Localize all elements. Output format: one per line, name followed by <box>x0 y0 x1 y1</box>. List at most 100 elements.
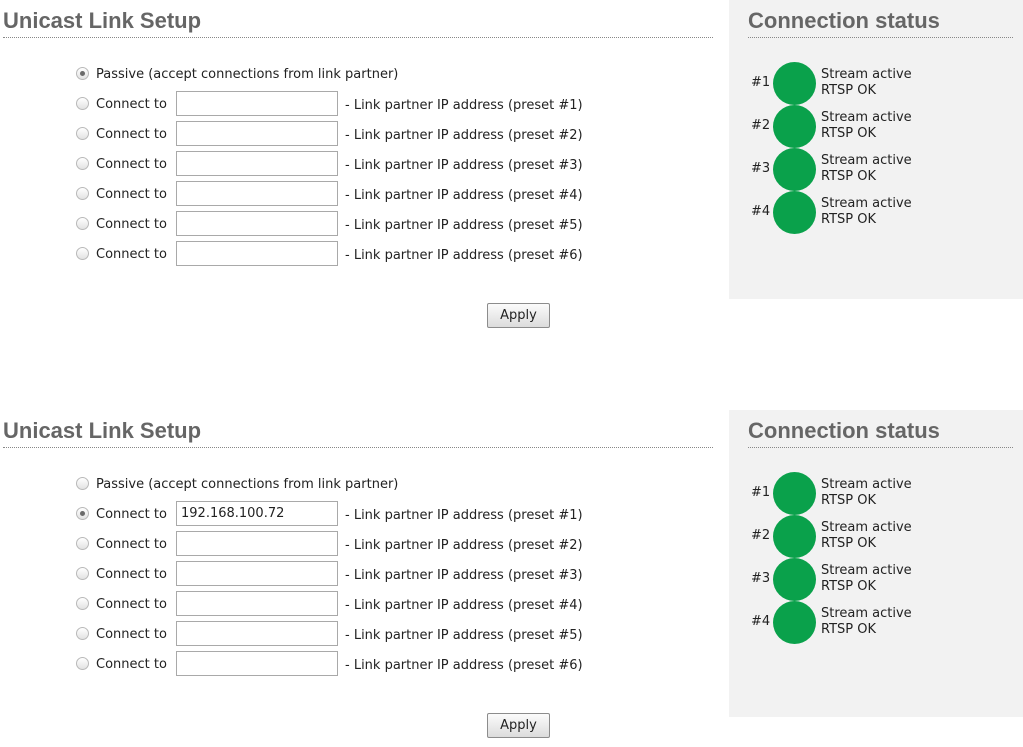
preset-description: - Link partner IP address (preset #4) <box>345 188 583 203</box>
status-led-icon <box>773 191 816 234</box>
status-number: #3 <box>751 161 771 176</box>
status-text: Stream active RTSP OK <box>821 153 912 185</box>
preset-description: - Link partner IP address (preset #1) <box>345 508 583 523</box>
ip-address-input[interactable] <box>176 591 338 616</box>
connect-radio[interactable] <box>76 657 89 670</box>
setup-title: Unicast Link Setup <box>3 418 202 443</box>
status-row-4: #4 Stream active RTSP OK <box>729 190 1023 234</box>
stream-state: Stream active <box>821 563 912 578</box>
connection-status-box: Connection status #1 Stream active RTSP … <box>729 0 1023 299</box>
status-led-icon <box>773 601 816 644</box>
status-number: #1 <box>751 485 771 500</box>
connect-label: Connect to <box>96 217 167 232</box>
rtsp-state: RTSP OK <box>821 579 877 594</box>
status-title: Connection status <box>748 418 940 443</box>
rtsp-state: RTSP OK <box>821 493 877 508</box>
rtsp-state: RTSP OK <box>821 536 877 551</box>
connect-radio[interactable] <box>76 627 89 640</box>
connect-label: Connect to <box>96 187 167 202</box>
preset-description: - Link partner IP address (preset #6) <box>345 658 583 673</box>
rtsp-state: RTSP OK <box>821 83 877 98</box>
connect-radio[interactable] <box>76 127 89 140</box>
connect-label: Connect to <box>96 127 167 142</box>
connect-label: Connect to <box>96 627 167 642</box>
status-led-icon <box>773 62 816 105</box>
preset-description: - Link partner IP address (preset #3) <box>345 158 583 173</box>
connect-label: Connect to <box>96 97 167 112</box>
preset-description: - Link partner IP address (preset #6) <box>345 248 583 263</box>
status-row-1: #1 Stream active RTSP OK <box>729 61 1023 105</box>
status-number: #3 <box>751 571 771 586</box>
ip-address-input[interactable] <box>176 561 338 586</box>
preset-description: - Link partner IP address (preset #4) <box>345 598 583 613</box>
rtsp-state: RTSP OK <box>821 622 877 637</box>
status-row-3: #3 Stream active RTSP OK <box>729 557 1023 601</box>
rtsp-state: RTSP OK <box>821 126 877 141</box>
status-text: Stream active RTSP OK <box>821 477 912 509</box>
ip-address-input[interactable] <box>176 651 338 676</box>
connect-label: Connect to <box>96 657 167 672</box>
ip-address-input[interactable] <box>176 91 338 116</box>
status-divider <box>748 447 1013 448</box>
status-number: #1 <box>751 75 771 90</box>
connect-label: Connect to <box>96 567 167 582</box>
connection-status-box: Connection status #1 Stream active RTSP … <box>729 410 1023 717</box>
ip-address-input[interactable] <box>176 211 338 236</box>
status-number: #2 <box>751 528 771 543</box>
status-row-2: #2 Stream active RTSP OK <box>729 514 1023 558</box>
status-number: #4 <box>751 614 771 629</box>
stream-state: Stream active <box>821 477 912 492</box>
connect-radio[interactable] <box>76 187 89 200</box>
status-text: Stream active RTSP OK <box>821 67 912 99</box>
status-led-icon <box>773 558 816 601</box>
stream-state: Stream active <box>821 196 912 211</box>
setup-divider <box>3 37 713 38</box>
unicast-panel-2: Unicast Link Setup Passive (accept conne… <box>0 410 1023 740</box>
ip-address-input[interactable] <box>176 621 338 646</box>
connect-radio[interactable] <box>76 247 89 260</box>
status-row-4: #4 Stream active RTSP OK <box>729 600 1023 644</box>
ip-address-input[interactable] <box>176 531 338 556</box>
passive-label: Passive (accept connections from link pa… <box>96 477 399 492</box>
status-text: Stream active RTSP OK <box>821 196 912 228</box>
ip-address-input[interactable] <box>176 181 338 206</box>
status-row-3: #3 Stream active RTSP OK <box>729 147 1023 191</box>
stream-state: Stream active <box>821 153 912 168</box>
ip-address-input[interactable] <box>176 151 338 176</box>
passive-radio[interactable] <box>76 67 89 80</box>
connect-radio[interactable] <box>76 597 89 610</box>
connect-label: Connect to <box>96 247 167 262</box>
status-text: Stream active RTSP OK <box>821 563 912 595</box>
connect-radio[interactable] <box>76 537 89 550</box>
preset-description: - Link partner IP address (preset #2) <box>345 128 583 143</box>
preset-description: - Link partner IP address (preset #5) <box>345 218 583 233</box>
preset-description: - Link partner IP address (preset #1) <box>345 98 583 113</box>
status-row-2: #2 Stream active RTSP OK <box>729 104 1023 148</box>
preset-description: - Link partner IP address (preset #5) <box>345 628 583 643</box>
connect-radio[interactable] <box>76 217 89 230</box>
connect-radio[interactable] <box>76 97 89 110</box>
connect-radio[interactable] <box>76 567 89 580</box>
ip-address-input[interactable] <box>176 501 338 526</box>
status-row-1: #1 Stream active RTSP OK <box>729 471 1023 515</box>
setup-title: Unicast Link Setup <box>3 8 202 33</box>
stream-state: Stream active <box>821 67 912 82</box>
apply-button[interactable]: Apply <box>487 713 550 738</box>
stream-state: Stream active <box>821 606 912 621</box>
stream-state: Stream active <box>821 520 912 535</box>
rtsp-state: RTSP OK <box>821 212 877 227</box>
ip-address-input[interactable] <box>176 121 338 146</box>
setup-divider <box>3 447 713 448</box>
preset-description: - Link partner IP address (preset #3) <box>345 568 583 583</box>
preset-description: - Link partner IP address (preset #2) <box>345 538 583 553</box>
rtsp-state: RTSP OK <box>821 169 877 184</box>
status-led-icon <box>773 472 816 515</box>
status-title: Connection status <box>748 8 940 33</box>
unicast-panel-1: Unicast Link Setup Passive (accept conne… <box>0 0 1023 330</box>
passive-radio[interactable] <box>76 477 89 490</box>
connect-radio[interactable] <box>76 507 89 520</box>
apply-button[interactable]: Apply <box>487 303 550 328</box>
status-divider <box>748 37 1013 38</box>
ip-address-input[interactable] <box>176 241 338 266</box>
connect-radio[interactable] <box>76 157 89 170</box>
